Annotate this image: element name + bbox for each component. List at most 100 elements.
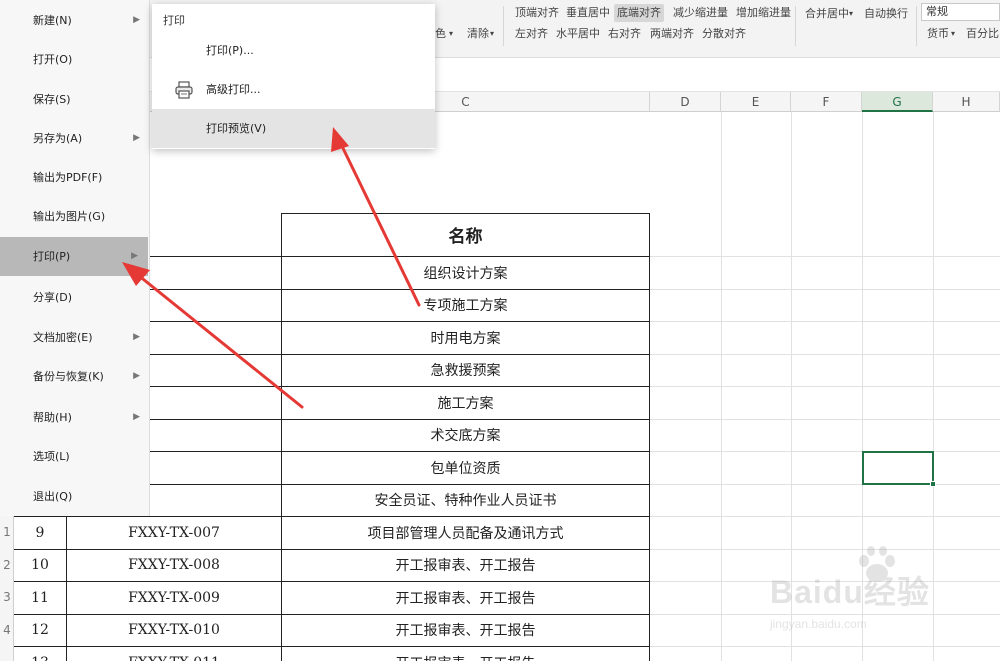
row-number-cell[interactable]: 11 [14, 582, 67, 614]
bottom-align-button[interactable]: 底端对齐 [614, 4, 664, 22]
chevron-right-icon: ▶ [131, 251, 138, 261]
print-preview-label: 打印预览(V) [206, 122, 267, 135]
file-menu-item[interactable]: 帮助(H) ▶ [0, 398, 150, 437]
column-header-g[interactable]: G [862, 92, 933, 112]
file-menu-item[interactable]: 输出为图片(G) [0, 197, 150, 236]
file-menu-item-label: 退出(Q) [33, 490, 73, 503]
row-number-cell[interactable]: 12 [14, 614, 67, 646]
chevron-down-icon[interactable]: ▾ [846, 5, 856, 23]
increase-indent-button[interactable]: 增加缩进量 [733, 4, 794, 22]
file-menu-item-label: 输出为图片(G) [33, 210, 106, 223]
file-menu-item[interactable]: 选项(L) [0, 437, 150, 476]
grid-line [650, 354, 1000, 355]
watermark-url: jingyan.baidu.com [770, 617, 867, 631]
printer-icon [175, 81, 193, 99]
file-menu-item[interactable]: 打开(O) [0, 40, 150, 79]
row-header[interactable]: 2 [0, 558, 14, 572]
file-menu-item-label: 另存为(A) [33, 132, 83, 145]
fill-handle[interactable] [930, 481, 936, 487]
row-number-cell[interactable]: 10 [14, 549, 67, 581]
grid-line [650, 451, 1000, 452]
grid-line [650, 289, 1000, 290]
file-menu-item[interactable]: 新建(N) ▶ [0, 1, 150, 40]
center-align-button[interactable]: 水平居中 [553, 25, 603, 43]
name-cell[interactable]: 急救援预案 [282, 354, 650, 386]
grid-line [650, 516, 1000, 517]
file-menu-item[interactable]: 分享(D) [0, 278, 150, 317]
chevron-right-icon: ▶ [133, 332, 140, 342]
code-cell[interactable]: FXXY-TX-011 [67, 647, 282, 661]
row-header[interactable]: 3 [0, 590, 14, 604]
column-header-f[interactable]: F [791, 92, 862, 112]
table-row: 13FXXY-TX-011开工报审表、开工报告 [14, 647, 650, 661]
row-header[interactable]: 4 [0, 623, 14, 637]
table-row: 11 FXXY-TX-009 开工报审表、开工报告 [14, 582, 650, 615]
ribbon-divider [795, 6, 796, 46]
row-number-cell[interactable]: 9 [14, 517, 67, 549]
row-number-cell[interactable]: 13 [14, 647, 67, 661]
print-preview-item[interactable]: 打印预览(V) [152, 109, 435, 148]
right-align-button[interactable]: 右对齐 [605, 25, 644, 43]
column-header-h[interactable]: H [933, 92, 1000, 112]
chevron-right-icon: ▶ [133, 133, 140, 143]
chevron-down-icon[interactable]: ▾ [487, 25, 497, 43]
table-row: 10 FXXY-TX-008 开工报审表、开工报告 [14, 549, 650, 582]
name-cell[interactable]: 开工报审表、开工报告 [282, 647, 650, 661]
merge-center-button[interactable]: 合并居中 [802, 5, 852, 23]
print-item[interactable]: 打印(P)... [152, 31, 435, 70]
middle-align-button[interactable]: 垂直居中 [563, 4, 613, 22]
grid-line [650, 386, 1000, 387]
code-cell[interactable]: FXXY-TX-010 [67, 614, 282, 646]
distributed-button[interactable]: 分散对齐 [699, 25, 749, 43]
name-cell[interactable]: 开工报审表、开工报告 [282, 614, 650, 646]
decrease-indent-button[interactable]: 减少缩进量 [670, 4, 731, 22]
left-align-button[interactable]: 左对齐 [512, 25, 551, 43]
advanced-print-item[interactable]: 高级打印... [152, 70, 435, 109]
print-submenu: 打印 打印(P)... 高级打印... 打印预览(V) [152, 4, 435, 149]
file-menu-item[interactable]: 输出为PDF(F) [0, 158, 150, 197]
table-row: 9 FXXY-TX-007 项目部管理人员配备及通讯方式 [14, 517, 650, 550]
file-menu-item-label: 打开(O) [33, 53, 73, 66]
code-cell[interactable]: FXXY-TX-007 [67, 517, 282, 549]
name-cell[interactable]: 安全员证、特种作业人员证书 [282, 484, 650, 516]
column-header-e[interactable]: E [721, 92, 791, 112]
file-menu-item-label: 备份与恢复(K) [33, 370, 104, 383]
chevron-down-icon[interactable]: ▾ [446, 25, 456, 43]
name-cell[interactable]: 术交底方案 [282, 419, 650, 451]
row-header-bar: 1 2 3 4 [0, 516, 14, 661]
selected-cell[interactable] [862, 451, 934, 485]
row-header[interactable]: 1 [0, 525, 14, 539]
file-menu-item[interactable]: 保存(S) [0, 80, 150, 119]
file-menu-item[interactable]: 另存为(A) ▶ [0, 119, 150, 158]
name-cell[interactable]: 时用电方案 [282, 322, 650, 354]
name-cell[interactable]: 开工报审表、开工报告 [282, 582, 650, 614]
grid-line [650, 256, 1000, 257]
file-menu-item[interactable]: 退出(Q) [0, 477, 150, 516]
chevron-down-icon[interactable]: ▾ [948, 25, 958, 43]
grid-line [650, 484, 1000, 485]
name-cell[interactable]: 施工方案 [282, 387, 650, 419]
baidu-watermark: Baidu经验 jingyan.baidu.com [760, 545, 990, 655]
code-cell[interactable]: FXXY-TX-009 [67, 582, 282, 614]
header-name-cell[interactable]: 名称 [282, 213, 650, 256]
ribbon-divider [916, 6, 917, 46]
name-cell[interactable]: 项目部管理人员配备及通讯方式 [282, 517, 650, 549]
number-format-select[interactable]: 常规 [921, 3, 1000, 21]
top-align-button[interactable]: 顶端对齐 [512, 4, 562, 22]
name-cell[interactable]: 开工报审表、开工报告 [282, 549, 650, 581]
name-cell[interactable]: 组织设计方案 [282, 257, 650, 289]
ribbon-divider [503, 6, 504, 46]
advanced-print-label: 高级打印... [206, 83, 261, 96]
code-cell[interactable]: FXXY-TX-008 [67, 549, 282, 581]
file-menu-item[interactable]: 打印(P) ▶ [0, 237, 148, 276]
column-header-d[interactable]: D [650, 92, 721, 112]
justify-button[interactable]: 两端对齐 [647, 25, 697, 43]
name-cell[interactable]: 包单位资质 [282, 452, 650, 484]
file-menu-item[interactable]: 文档加密(E) ▶ [0, 318, 150, 357]
percent-button[interactable]: 百分比 [963, 25, 1000, 43]
file-menu-item-label: 保存(S) [33, 93, 71, 106]
name-cell[interactable]: 专项施工方案 [282, 289, 650, 321]
wrap-text-button[interactable]: 自动换行 [861, 5, 911, 23]
column-header-bar: C D E F G H [0, 92, 1000, 112]
file-menu-item[interactable]: 备份与恢复(K) ▶ [0, 357, 150, 396]
